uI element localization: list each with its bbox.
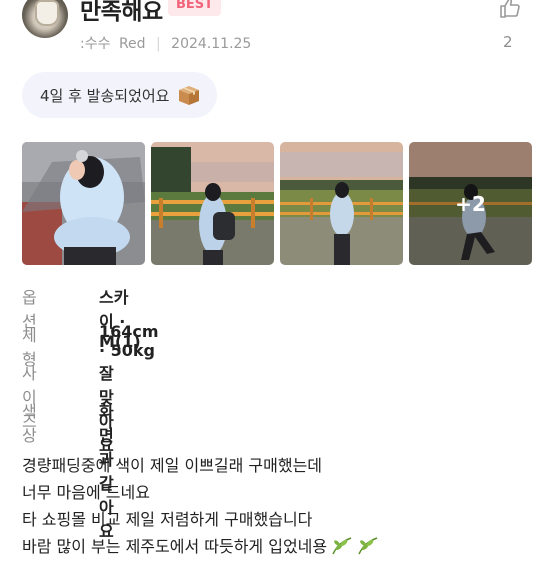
- meta-divider: |: [156, 36, 161, 52]
- review-photo-3[interactable]: [280, 142, 403, 265]
- review-line: 바람 많이 부는 제주도에서 따듯하게 입었네용: [22, 537, 328, 556]
- review-body: 경량패딩중에 색이 제일 이쁘길래 구매했는데 너무 마음에 드네요 타 쇼핑몰…: [22, 452, 379, 564]
- reviewer-avatar[interactable]: [22, 0, 68, 38]
- review-line: 경량패딩중에 색이 제일 이쁘길래 구매했는데: [22, 456, 323, 475]
- herb-icon: [357, 536, 379, 564]
- reviewer-name: :수수: [80, 36, 111, 52]
- like-count: 2: [503, 33, 513, 51]
- shipping-text: 4일 후 발송되었어요: [40, 86, 170, 105]
- review-photo-4[interactable]: +2: [409, 142, 532, 265]
- color-tag: Red: [118, 36, 146, 52]
- review-line: 너무 마음에 드네요: [22, 483, 150, 502]
- review-photo-1[interactable]: [22, 142, 145, 265]
- review-photo-2[interactable]: [151, 142, 274, 265]
- package-box-icon: [177, 84, 201, 106]
- thumbs-up-icon[interactable]: [498, 0, 522, 20]
- review-line: 타 쇼핑몰 비교 제일 저렴하게 구매했습니다: [22, 510, 313, 529]
- spec-value: 164cm · 50kg: [99, 322, 159, 360]
- review-title: 만족해요: [80, 0, 163, 25]
- review-meta: :수수 Red | 2024.11.25: [80, 33, 251, 53]
- review-header: 만족해요 BEST :수수 Red | 2024.11.25 2: [0, 0, 554, 60]
- review-line-with-emoji: 바람 많이 부는 제주도에서 따듯하게 입었네용: [22, 533, 379, 564]
- best-badge: BEST: [168, 0, 222, 16]
- more-photos-overlay[interactable]: +2: [409, 142, 532, 265]
- review-photos: +2: [22, 142, 532, 265]
- herb-icon: [331, 536, 353, 564]
- spec-label: 색상: [22, 402, 37, 445]
- shipping-info-pill: 4일 후 발송되었어요: [22, 72, 218, 118]
- review-date: 2024.11.25: [171, 36, 252, 52]
